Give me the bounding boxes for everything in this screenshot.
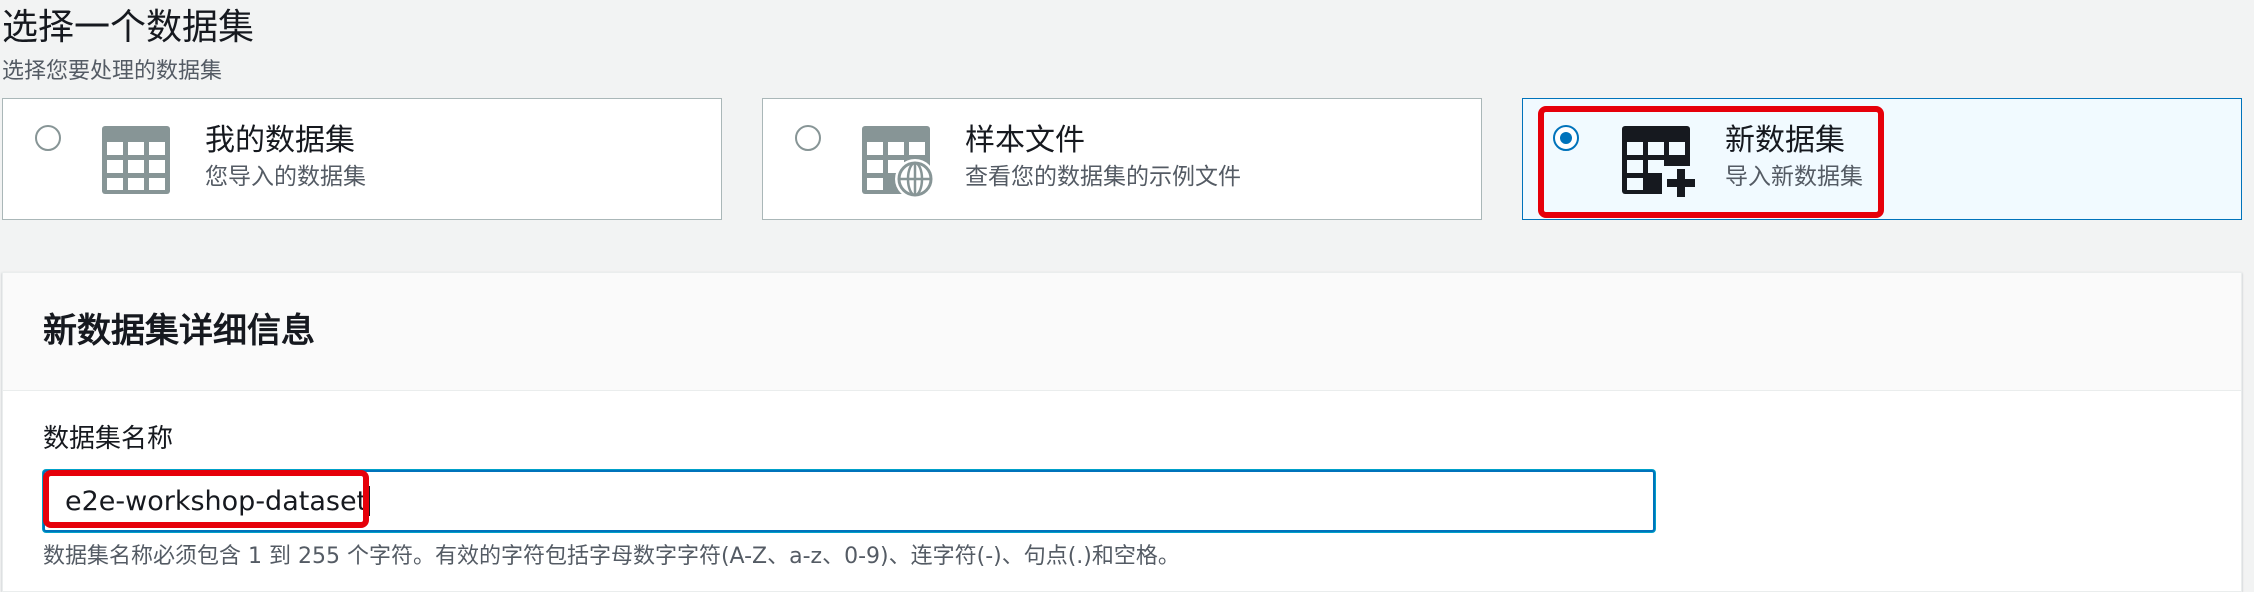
dataset-option-description: 查看您的数据集的示例文件 — [965, 164, 1241, 190]
radio-my-datasets[interactable] — [35, 125, 61, 151]
new-dataset-details-panel: 新数据集详细信息 数据集名称 e2e-workshop-dataset 数据集名… — [2, 272, 2242, 592]
dataset-option-sample-files[interactable]: 样本文件 查看您的数据集的示例文件 — [762, 98, 1482, 220]
panel-header: 新数据集详细信息 — [3, 273, 2241, 391]
radio-sample-files[interactable] — [795, 125, 821, 151]
dataset-option-title: 样本文件 — [965, 123, 1085, 158]
table-icon — [99, 123, 173, 201]
dataset-name-label: 数据集名称 — [43, 424, 174, 454]
dataset-option-description: 您导入的数据集 — [205, 164, 366, 190]
input-highlight — [43, 470, 369, 528]
dataset-option-my-datasets[interactable]: 我的数据集 您导入的数据集 — [2, 98, 722, 220]
table-globe-icon — [859, 123, 939, 205]
dataset-name-constraint: 数据集名称必须包含 1 到 255 个字符。有效的字符包括字母数字字符(A-Z、… — [43, 544, 1180, 569]
dataset-option-title: 我的数据集 — [205, 123, 355, 158]
page-title: 选择一个数据集 — [2, 7, 255, 48]
panel-title: 新数据集详细信息 — [43, 311, 315, 351]
selection-highlight — [1538, 106, 1884, 218]
page-subtitle: 选择您要处理的数据集 — [2, 59, 223, 84]
